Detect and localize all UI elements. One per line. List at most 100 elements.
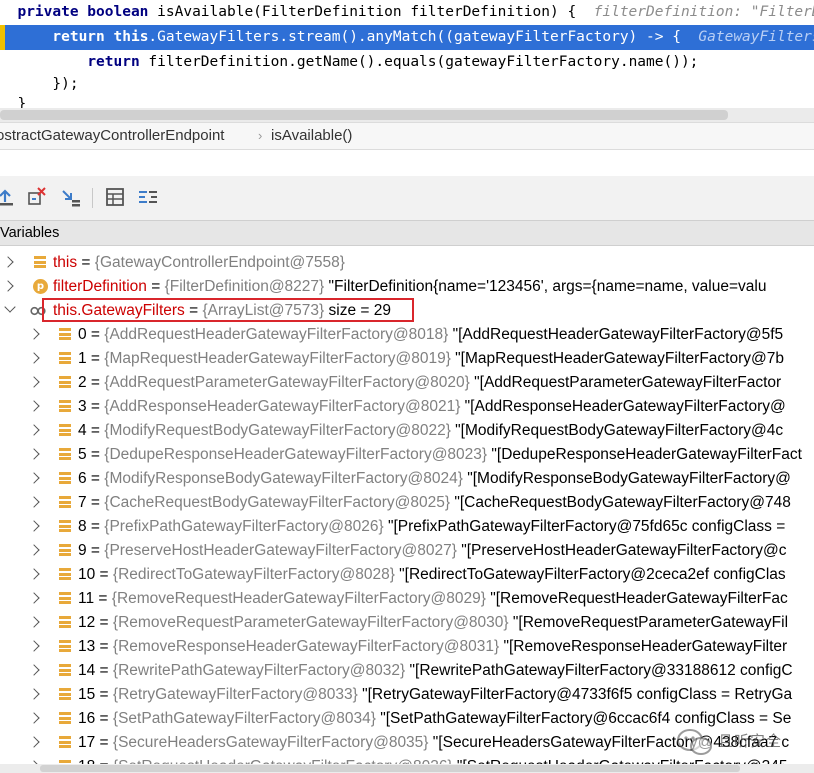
item-ref: {SetPathGatewayFilterFactory@8034} xyxy=(112,710,376,727)
tree-row-this[interactable]: this = {GatewayControllerEndpoint@7558} xyxy=(0,251,814,275)
var-equals: = xyxy=(86,374,105,391)
tree-row-item[interactable]: 2 = {AddRequestParameterGatewayFilterFac… xyxy=(0,371,814,395)
item-ref: {MapRequestHeaderGatewayFilterFactory@80… xyxy=(104,350,451,367)
code-text: filterDefinition.getName().equals(gatewa… xyxy=(139,54,699,70)
chevron-right-icon[interactable] xyxy=(28,568,40,580)
item-index: 15 xyxy=(78,686,96,703)
chevron-right-icon[interactable] xyxy=(28,664,40,676)
inline-value-hint: GatewayFilters: size xyxy=(698,29,814,45)
chevron-right-icon[interactable] xyxy=(2,280,14,292)
item-value: "[RemoveResponseHeaderGatewayFilter xyxy=(499,638,788,655)
item-index: 14 xyxy=(78,662,96,679)
item-index: 2 xyxy=(78,374,87,391)
item-ref: {RetryGatewayFilterFactory@8033} xyxy=(112,686,358,703)
item-index: 6 xyxy=(78,470,87,487)
tree-row-item[interactable]: 10 = {RedirectToGatewayFilterFactory@802… xyxy=(0,563,814,587)
code-editor[interactable]: private boolean isAvailable(FilterDefini… xyxy=(0,0,814,122)
var-equals: = xyxy=(95,734,113,751)
tree-row-item[interactable]: 7 = {CacheRequestBodyGatewayFilterFactor… xyxy=(0,491,814,515)
var-equals: = xyxy=(86,518,105,535)
item-ref: {SecureHeadersGatewayFilterFactory@8035} xyxy=(112,734,429,751)
var-equals: = xyxy=(95,566,113,583)
code-keyword: return this xyxy=(52,29,149,45)
tree-row-item[interactable]: 15 = {RetryGatewayFilterFactory@8033} "[… xyxy=(0,683,814,707)
chevron-right-icon[interactable] xyxy=(28,352,40,364)
item-ref: {CacheRequestBodyGatewayFilterFactory@80… xyxy=(104,494,451,511)
item-ref: {ModifyResponseBodyGatewayFilterFactory@… xyxy=(104,470,463,487)
chevron-right-icon[interactable] xyxy=(28,376,40,388)
tree-row-item[interactable]: 12 = {RemoveRequestParameterGatewayFilte… xyxy=(0,611,814,635)
code-text: isAvailable(FilterDefinition filterDefin… xyxy=(148,4,594,20)
tree-row-item[interactable]: 13 = {RemoveResponseHeaderGatewayFilterF… xyxy=(0,635,814,659)
var-ref: {FilterDefinition@8227} xyxy=(164,278,325,295)
chevron-right-icon[interactable] xyxy=(2,256,14,268)
item-index: 17 xyxy=(78,734,96,751)
chevron-right-icon[interactable] xyxy=(28,520,40,532)
chevron-right-icon[interactable] xyxy=(28,424,40,436)
chevron-right-icon[interactable] xyxy=(28,712,40,724)
chevron-right-icon[interactable] xyxy=(28,640,40,652)
item-index: 3 xyxy=(78,398,87,415)
chevron-right-icon[interactable] xyxy=(28,544,40,556)
var-ref: {GatewayControllerEndpoint@7558} xyxy=(94,254,345,271)
item-index: 0 xyxy=(78,326,87,343)
chevron-right-icon[interactable] xyxy=(28,736,40,748)
chevron-down-icon[interactable] xyxy=(4,301,16,313)
field-icon xyxy=(59,328,71,340)
tree-row-item[interactable]: 3 = {AddResponseHeaderGatewayFilterFacto… xyxy=(0,395,814,419)
tree-row-item[interactable]: 9 = {PreserveHostHeaderGatewayFilterFact… xyxy=(0,539,814,563)
item-value: "[AddRequestHeaderGatewayFilterFactory@5… xyxy=(448,326,784,343)
tree-row-item[interactable]: 0 = {AddRequestHeaderGatewayFilterFactor… xyxy=(0,323,814,347)
tree-row-item[interactable]: 8 = {PrefixPathGatewayFilterFactory@8026… xyxy=(0,515,814,539)
tree-row-item[interactable]: 14 = {RewritePathGatewayFilterFactory@80… xyxy=(0,659,814,683)
item-index: 10 xyxy=(78,566,96,583)
drop-frame-icon[interactable] xyxy=(26,186,48,208)
field-icon xyxy=(59,400,71,412)
item-value: "[RedirectToGatewayFilterFactory@2ceca2e… xyxy=(394,566,786,583)
item-index: 1 xyxy=(78,350,87,367)
field-icon xyxy=(59,592,71,604)
chevron-right-icon[interactable] xyxy=(28,616,40,628)
chevron-right-icon[interactable] xyxy=(28,688,40,700)
watermark-text: 且听安全 xyxy=(718,732,783,750)
item-value: "[MapRequestHeaderGatewayFilterFactory@7… xyxy=(450,350,784,367)
editor-scroll-thumb[interactable] xyxy=(0,110,728,120)
item-ref: {ModifyRequestBodyGatewayFilterFactory@8… xyxy=(104,422,451,439)
item-ref: {AddResponseHeaderGatewayFilterFactory@8… xyxy=(104,398,461,415)
item-index: 11 xyxy=(78,590,95,607)
toolbar-separator xyxy=(92,188,93,208)
watermark: 且听安全 xyxy=(672,726,814,762)
item-value: "[ModifyRequestBodyGatewayFilterFactory@… xyxy=(450,422,784,439)
field-icon xyxy=(59,664,71,676)
run-to-cursor-icon[interactable] xyxy=(60,186,82,208)
var-equals: = xyxy=(86,398,105,415)
field-icon xyxy=(59,616,71,628)
item-value: "[RetryGatewayFilterFactory@4733f6f5 con… xyxy=(357,686,793,703)
item-ref: {AddRequestHeaderGatewayFilterFactory@80… xyxy=(104,326,449,343)
tree-row-item[interactable]: 1 = {MapRequestHeaderGatewayFilterFactor… xyxy=(0,347,814,371)
tree-row-filter-definition[interactable]: p filterDefinition = {FilterDefinition@8… xyxy=(0,275,814,299)
evaluate-expression-icon[interactable] xyxy=(104,186,126,208)
tree-row-item[interactable]: 11 = {RemoveRequestHeaderGatewayFilterFa… xyxy=(0,587,814,611)
tree-row-item[interactable]: 6 = {ModifyResponseBodyGatewayFilterFact… xyxy=(0,467,814,491)
highlight-box xyxy=(42,298,414,322)
item-ref: {RemoveRequestParameterGatewayFilterFact… xyxy=(112,614,509,631)
chevron-right-icon[interactable] xyxy=(28,496,40,508)
chevron-right-icon[interactable] xyxy=(28,448,40,460)
variables-tree[interactable]: this = {GatewayControllerEndpoint@7558} … xyxy=(0,250,814,773)
tree-row-item[interactable]: 5 = {DedupeResponseHeaderGatewayFilterFa… xyxy=(0,443,814,467)
breadcrumb-separator-icon: › xyxy=(258,128,263,143)
chevron-right-icon[interactable] xyxy=(28,472,40,484)
tree-row-item[interactable]: 4 = {ModifyRequestBodyGatewayFilterFacto… xyxy=(0,419,814,443)
item-index: 16 xyxy=(78,710,96,727)
step-out-icon[interactable] xyxy=(0,186,16,208)
breadcrumb-class[interactable]: ostractGatewayControllerEndpoint xyxy=(0,123,224,149)
var-equals: = xyxy=(86,542,105,559)
chevron-right-icon[interactable] xyxy=(28,592,40,604)
chevron-right-icon[interactable] xyxy=(28,328,40,340)
item-value: "[PreserveHostHeaderGatewayFilterFactory… xyxy=(456,542,787,559)
breadcrumb-method[interactable]: isAvailable() xyxy=(271,123,352,149)
trace-stream-icon[interactable] xyxy=(137,186,159,208)
tree-scroll-thumb[interactable] xyxy=(40,765,740,772)
chevron-right-icon[interactable] xyxy=(28,400,40,412)
